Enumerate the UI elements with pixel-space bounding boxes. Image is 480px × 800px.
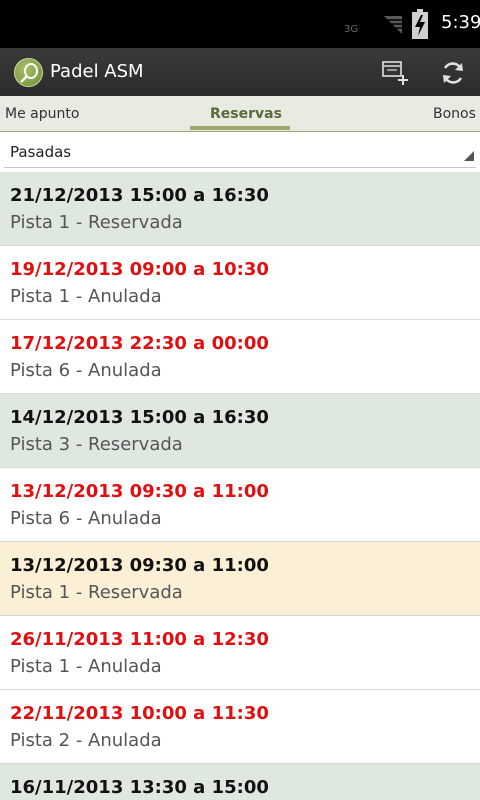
- reservation-row[interactable]: 14/12/2013 15:00 a 16:30 Pista 3 - Reserv…: [0, 394, 480, 468]
- signal-strength-icon: [384, 16, 402, 34]
- reservation-row[interactable]: 16/11/2013 13:30 a 15:00: [0, 764, 480, 800]
- filter-selected-value: Pasadas: [10, 143, 72, 161]
- reservation-row[interactable]: 26/11/2013 11:00 a 12:30 Pista 1 - Anulad…: [0, 616, 480, 690]
- reservation-detail: Pista 1 - Reservada: [10, 582, 183, 603]
- clock: 5:39: [441, 12, 480, 33]
- reservation-detail: Pista 6 - Anulada: [10, 360, 162, 381]
- reservation-detail: Pista 3 - Reservada: [10, 434, 183, 455]
- network-type-label: 3G: [344, 24, 359, 35]
- reservation-datetime: 14/12/2013 15:00 a 16:30: [10, 407, 269, 428]
- reservation-row[interactable]: 19/12/2013 09:00 a 10:30 Pista 1 - Anulad…: [0, 246, 480, 320]
- status-bar: 3G 5:39: [0, 0, 480, 48]
- reservation-datetime: 21/12/2013 15:00 a 16:30: [10, 185, 269, 206]
- reservation-row[interactable]: 22/11/2013 10:00 a 11:30 Pista 2 - Anulad…: [0, 690, 480, 764]
- reservation-row[interactable]: 13/12/2013 09:30 a 11:00 Pista 6 - Anulad…: [0, 468, 480, 542]
- reservation-row[interactable]: 13/12/2013 09:30 a 11:00 Pista 1 - Reserv…: [0, 542, 480, 616]
- active-tab-indicator: [190, 126, 290, 130]
- app-title: Padel ASM: [50, 61, 144, 82]
- reservation-row[interactable]: 17/12/2013 22:30 a 00:00 Pista 6 - Anulad…: [0, 320, 480, 394]
- reservation-row[interactable]: 21/12/2013 15:00 a 16:30 Pista 1 - Reserv…: [0, 172, 480, 246]
- reservation-datetime: 13/12/2013 09:30 a 11:00: [10, 481, 269, 502]
- reservation-datetime: 19/12/2013 09:00 a 10:30: [10, 259, 269, 280]
- reservation-detail: Pista 2 - Anulada: [10, 730, 162, 751]
- tab-me-apunto[interactable]: Me apunto: [5, 106, 79, 122]
- reservation-datetime: 26/11/2013 11:00 a 12:30: [10, 629, 269, 650]
- battery-charging-icon: [412, 9, 428, 39]
- tab-bonos[interactable]: Bonos: [433, 106, 476, 122]
- reservation-datetime: 22/11/2013 10:00 a 11:30: [10, 703, 269, 724]
- reservation-detail: Pista 6 - Anulada: [10, 508, 162, 529]
- add-reservation-icon: [382, 61, 408, 85]
- refresh-icon: [443, 62, 463, 84]
- reservation-datetime: 13/12/2013 09:30 a 11:00: [10, 555, 269, 576]
- app-logo-icon[interactable]: [14, 58, 43, 87]
- reservation-detail: Pista 1 - Reservada: [10, 212, 183, 233]
- filter-spinner[interactable]: Pasadas: [4, 136, 476, 168]
- reservation-list: 21/12/2013 15:00 a 16:30 Pista 1 - Reserv…: [0, 172, 480, 800]
- reservation-detail: Pista 1 - Anulada: [10, 286, 162, 307]
- new-reservation-button[interactable]: [376, 56, 416, 90]
- refresh-button[interactable]: [433, 56, 473, 90]
- dropdown-arrow-icon: [464, 151, 474, 161]
- reservation-datetime: 17/12/2013 22:30 a 00:00: [10, 333, 269, 354]
- tab-bar: Me apunto Reservas Bonos: [0, 96, 480, 132]
- reservation-detail: Pista 1 - Anulada: [10, 656, 162, 677]
- reservation-datetime: 16/11/2013 13:30 a 15:00: [10, 777, 269, 798]
- tab-reservas[interactable]: Reservas: [210, 106, 282, 122]
